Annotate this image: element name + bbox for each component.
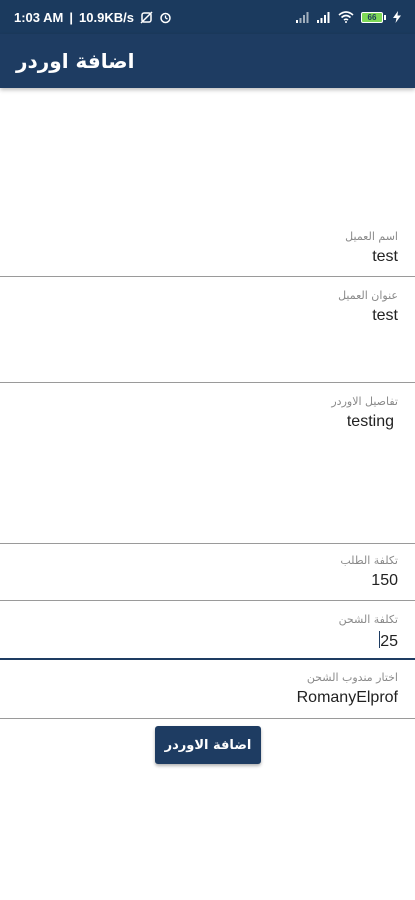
status-time: 1:03 AM [14,9,64,25]
battery-icon: 66 [361,11,386,23]
courier-selected-value[interactable]: RomanyElprof [297,689,398,707]
charging-icon [393,11,401,23]
status-bar: 1:03 AM | 10.9KB/s 66 [0,0,415,34]
order-details-field[interactable]: تفاصيل الاوردر testing [0,390,415,544]
mute-icon [140,10,153,24]
courier-label: اختار مندوب الشحن [306,671,398,684]
customer-address-label: عنوان العميل [338,289,398,302]
order-cost-label: تكلفة الطلب [340,554,398,567]
order-cost-field[interactable]: تكلفة الطلب 150 [0,549,415,601]
shipping-cost-label: تكلفة الشحن [338,613,398,626]
app-bar: اضافة اوردر [0,34,415,88]
customer-name-input[interactable]: test [372,248,398,266]
wifi-icon [338,11,354,23]
status-separator: | [69,9,74,25]
battery-level: 66 [361,11,383,23]
battery-tip [384,14,386,20]
status-right: 66 [296,11,401,23]
shipping-cost-field[interactable]: تكلفة الشحن 25 [0,609,415,660]
signal-icon [296,11,310,23]
signal-icon [317,11,331,23]
customer-address-field[interactable]: عنوان العميل test [0,284,415,383]
customer-address-input[interactable]: test [372,307,398,325]
customer-name-field[interactable]: اسم العميل test [0,224,415,277]
order-cost-input[interactable]: 150 [371,572,398,590]
status-left: 1:03 AM | 10.9KB/s [14,10,172,25]
shipping-cost-value-wrap[interactable]: 25 [378,631,398,651]
shipping-cost-input[interactable]: 25 [380,633,398,650]
alarm-icon [159,11,172,24]
order-details-label: تفاصيل الاوردر [331,395,398,408]
network-speed: 10.9KB/s [79,9,134,25]
page-title: اضافة اوردر [16,49,135,73]
add-order-button[interactable]: اضافة الاوردر [155,726,261,764]
order-details-input[interactable]: testing [347,413,394,431]
courier-select[interactable]: اختار مندوب الشحن RomanyElprof [0,666,415,719]
customer-name-label: اسم العميل [345,230,398,243]
